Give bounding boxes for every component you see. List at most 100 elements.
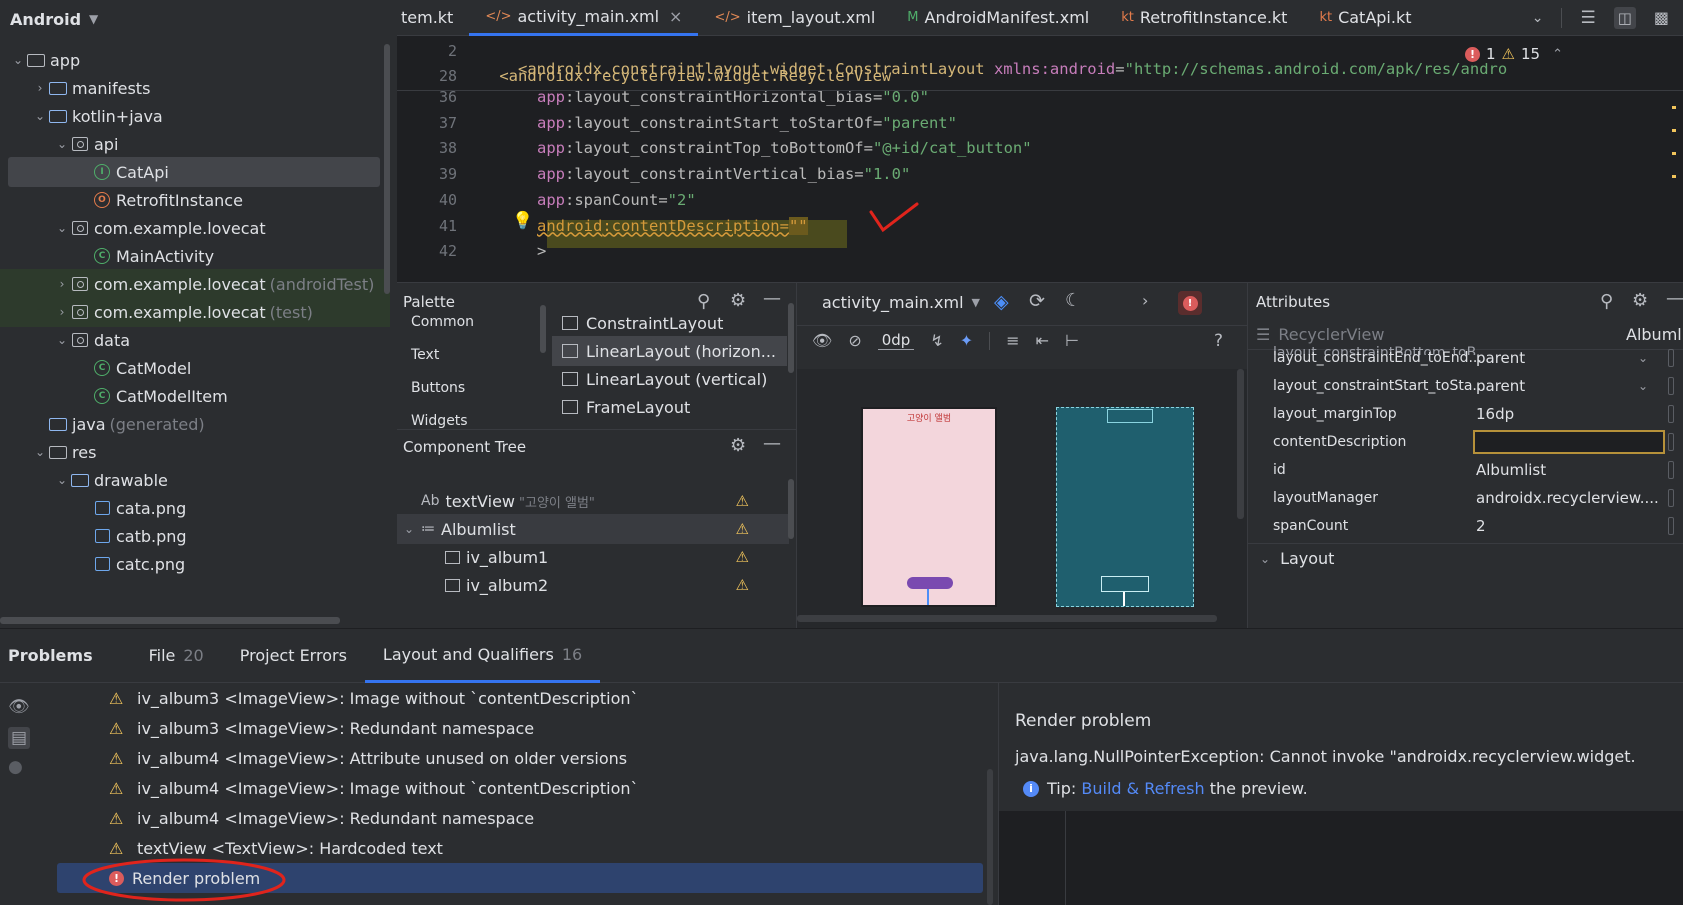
palette-item[interactable]: ConstraintLayout	[552, 308, 787, 338]
problems-tab[interactable]: Layout and Qualifiers 16	[364, 629, 601, 683]
close-icon[interactable]: ×	[669, 7, 682, 26]
chevron-right-icon[interactable]: ›	[32, 81, 48, 95]
chevron-down-icon[interactable]: ⌄	[397, 522, 421, 536]
chevron-down-icon[interactable]: ⌄	[10, 53, 26, 67]
editor-scrollbar[interactable]	[1672, 96, 1678, 276]
attribute-row[interactable]: id Albumlist	[1248, 455, 1683, 485]
attribute-value[interactable]: androidx.recyclerview....	[1476, 489, 1659, 507]
layout-file-selector[interactable]: activity_main.xml ▼	[822, 293, 980, 312]
preview-toggle-icon[interactable]: ▤	[8, 727, 31, 749]
palette-category[interactable]: Widgets	[411, 413, 468, 429]
magnet-off-icon[interactable]: ⊘	[848, 331, 861, 350]
attribute-picker[interactable]	[1668, 349, 1674, 367]
design-view-icon[interactable]: ▩	[1654, 8, 1669, 27]
eye-icon[interactable]: 👁	[8, 697, 30, 717]
palette-category[interactable]: Text	[411, 347, 439, 363]
problem-row[interactable]: ⚠ iv_album3 <ImageView>: Redundant namesp…	[57, 713, 983, 743]
chevron-down-icon[interactable]: ⌄	[54, 473, 70, 487]
palette-item[interactable]: LinearLayout (vertical)	[552, 364, 787, 394]
attribute-picker[interactable]	[1668, 405, 1674, 423]
code-line[interactable]: app:spanCount="2"	[537, 191, 696, 209]
canvas-hscrollbar[interactable]	[797, 615, 1217, 622]
project-tree-item[interactable]: ⌄ com.example.lovecat	[0, 213, 390, 243]
code-editor[interactable]: 36 app:layout_constraintHorizontal_bias="…	[397, 36, 1683, 282]
code-view-icon[interactable]: ☰	[1580, 8, 1595, 28]
clear-constraints-icon[interactable]: ↯	[930, 331, 943, 350]
component-tree-item[interactable]: iv_album1 ⚠	[397, 542, 789, 572]
project-tree-item[interactable]: ⌄ res	[0, 437, 390, 467]
problem-row[interactable]: ⚠ iv_album4 <ImageView>: Redundant namesp…	[57, 803, 983, 833]
categories-scrollbar[interactable]	[540, 305, 546, 353]
night-mode-icon[interactable]: ☾	[1065, 290, 1081, 311]
project-tree-item[interactable]: O RetrofitInstance	[0, 185, 390, 215]
lightbulb-icon[interactable]: ●	[8, 757, 23, 777]
chevron-down-icon[interactable]: ⌄	[54, 221, 70, 235]
attribute-picker[interactable]	[1668, 517, 1674, 535]
split-view-icon[interactable]: ◫	[1613, 6, 1636, 29]
attribute-value[interactable]: parent	[1476, 349, 1525, 367]
project-view-selector[interactable]: Android ▼	[0, 0, 397, 38]
project-tree-item[interactable]: I CatApi	[8, 157, 380, 187]
problems-tab[interactable]: File 20	[131, 629, 222, 683]
help-icon[interactable]: ?	[1214, 331, 1223, 351]
gear-icon[interactable]: ⚙	[730, 435, 746, 456]
project-tree-item[interactable]: C CatModel	[0, 353, 390, 383]
project-tree-item[interactable]: catb.png	[0, 521, 390, 551]
palette-item[interactable]: FrameLayout	[552, 392, 787, 422]
problems-scrollbar[interactable]	[987, 769, 993, 905]
project-tree-item[interactable]: › com.example.lovecat (androidTest)	[0, 269, 390, 299]
palette-item[interactable]: LinearLayout (horizon...	[552, 336, 787, 366]
orientation-icon[interactable]: ⟳	[1029, 290, 1045, 312]
attribute-row[interactable]: layout_marginTop 16dp	[1248, 399, 1683, 429]
project-tree-item[interactable]: ⌄ api	[0, 129, 390, 159]
search-icon[interactable]: ⚲	[1600, 291, 1613, 312]
chevron-down-icon[interactable]: ⌄	[32, 445, 48, 459]
project-tree-item[interactable]: cata.png	[0, 493, 390, 523]
chevron-right-icon[interactable]: ›	[54, 305, 70, 319]
sticky-line-recycler[interactable]: <androidx.recyclerview.widget.RecyclerVi…	[462, 67, 891, 85]
build-refresh-link[interactable]: Build & Refresh	[1081, 779, 1204, 798]
attribute-row[interactable]: contentDescription	[1248, 427, 1683, 457]
problems-tab[interactable]: Problems	[0, 629, 111, 683]
chevron-down-icon[interactable]: ⌄	[1532, 10, 1544, 26]
attribute-picker[interactable]	[1668, 461, 1674, 479]
component-tree-scrollbar[interactable]	[788, 479, 794, 539]
code-line[interactable]: app:layout_constraintVertical_bias="1.0"	[537, 165, 910, 183]
blueprint-preview-phone[interactable]	[1056, 407, 1194, 607]
palette-category[interactable]: Common	[411, 314, 474, 330]
lightbulb-icon[interactable]: 💡	[512, 211, 533, 231]
gear-icon[interactable]: ⚙	[1632, 290, 1648, 311]
warning-icon[interactable]: ⚠	[736, 576, 749, 594]
guidelines-icon[interactable]: ⊢	[1065, 331, 1079, 350]
component-tree-item[interactable]: Ab textView "고양이 앨범" ⚠	[397, 486, 789, 516]
content-description-input[interactable]	[1473, 430, 1665, 454]
problem-row[interactable]: ⚠ iv_album4 <ImageView>: Attribute unused…	[57, 743, 983, 773]
project-tree-item[interactable]: › com.example.lovecat (test)	[0, 297, 390, 327]
code-line[interactable]: app:layout_constraintStart_toStartOf="pa…	[537, 114, 957, 132]
attribute-row[interactable]: layout_constraintEnd_toEnd... parent ⌄	[1248, 343, 1683, 373]
warning-icon[interactable]: ⚠	[736, 548, 749, 566]
minimize-icon[interactable]: —	[763, 288, 781, 309]
code-line[interactable]: >	[537, 242, 546, 260]
attribute-picker[interactable]	[1668, 489, 1674, 507]
editor-tab[interactable]: kt CatApi.kt	[1303, 0, 1427, 36]
attribute-picker[interactable]	[1668, 377, 1674, 395]
chevron-right-icon[interactable]: ›	[1142, 291, 1148, 310]
chevron-down-icon[interactable]: ⌄	[54, 333, 70, 347]
layout-section-header[interactable]: ⌄ Layout	[1260, 549, 1334, 568]
design-preview-phone[interactable]: 고양이 앨범	[861, 407, 997, 607]
inspection-widget[interactable]: ! 1 ⚠ 15 ⌃	[1459, 45, 1563, 63]
pack-icon[interactable]: ≡	[1006, 331, 1019, 350]
problem-row[interactable]: ⚠ iv_album4 <ImageView>: Image without `c…	[57, 773, 983, 803]
chevron-down-icon[interactable]: ⌄	[54, 137, 70, 151]
project-tree-item[interactable]: ⌄ data	[0, 325, 390, 355]
attribute-value[interactable]: Albumlist	[1476, 461, 1546, 479]
editor-tab[interactable]: </> item_layout.xml	[698, 0, 891, 36]
attribute-row[interactable]: layoutManager androidx.recyclerview....	[1248, 483, 1683, 513]
attribute-row[interactable]: spanCount 2	[1248, 511, 1683, 541]
attribute-value[interactable]: parent	[1476, 377, 1525, 395]
chevron-down-icon[interactable]: ⌄	[32, 109, 48, 123]
chevron-right-icon[interactable]: ›	[54, 277, 70, 291]
eye-icon[interactable]: 👁	[812, 331, 832, 350]
warning-icon[interactable]: ⚠	[736, 492, 749, 510]
